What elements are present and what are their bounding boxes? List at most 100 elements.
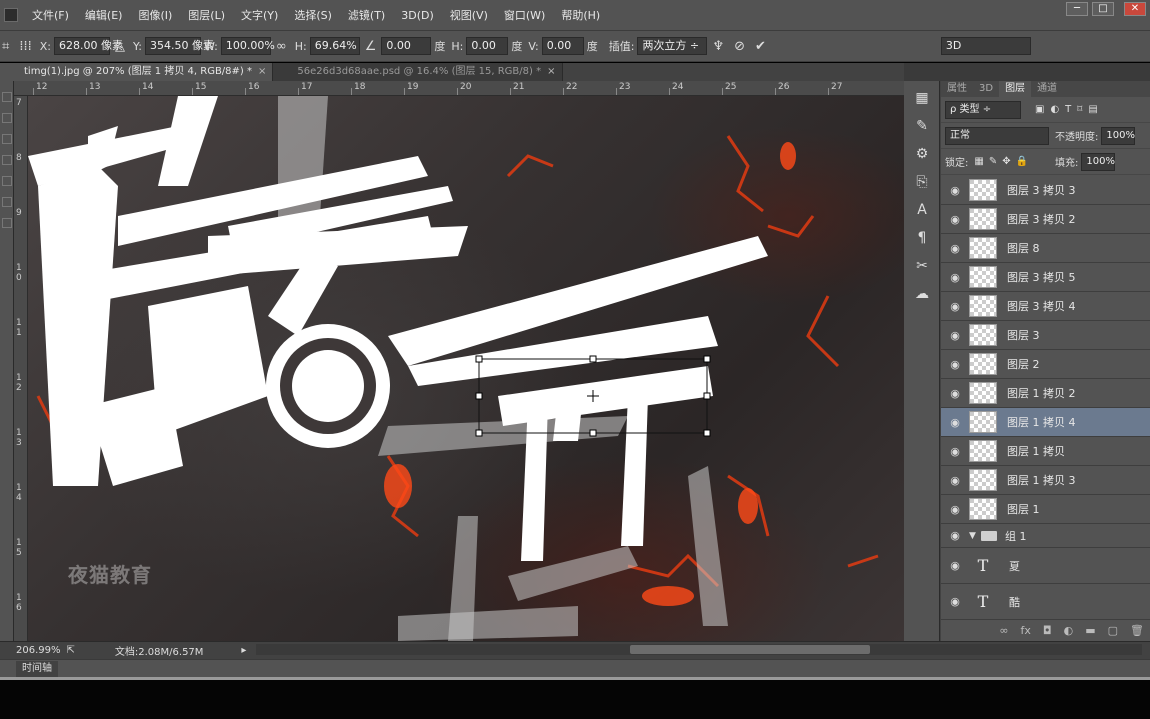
tab-properties[interactable]: 属性 bbox=[941, 81, 973, 97]
zoom-level[interactable]: 206.99% bbox=[16, 645, 61, 656]
group-expand-icon[interactable]: ▼ bbox=[969, 531, 979, 541]
adjustment-icon[interactable]: ◐ bbox=[1064, 624, 1074, 637]
layer-row[interactable]: ◉ 图层 1 拷贝 2 bbox=[941, 379, 1150, 408]
menu-help[interactable]: 帮助(H) bbox=[553, 7, 608, 23]
visibility-eye-icon[interactable]: ◉ bbox=[941, 416, 969, 429]
layer-row[interactable]: ◉ 图层 3 拷贝 3 bbox=[941, 176, 1150, 205]
character-icon[interactable]: A bbox=[910, 199, 934, 221]
visibility-eye-icon[interactable]: ◉ bbox=[941, 503, 969, 516]
folder-icon[interactable]: ▬ bbox=[1085, 624, 1095, 637]
visibility-eye-icon[interactable]: ◉ bbox=[941, 559, 969, 572]
clone-source-icon[interactable]: ⎘ bbox=[910, 171, 934, 193]
menu-type[interactable]: 文字(Y) bbox=[233, 7, 286, 23]
tab-close-icon[interactable]: × bbox=[258, 66, 266, 77]
menu-window[interactable]: 窗口(W) bbox=[496, 7, 553, 23]
lasso-tool-icon[interactable] bbox=[2, 134, 12, 144]
layer-row[interactable]: ◉ 图层 3 拷贝 2 bbox=[941, 205, 1150, 234]
rotate-angle-field[interactable]: 0.00 bbox=[381, 37, 432, 55]
tool-presets-icon[interactable]: ⚙ bbox=[910, 143, 934, 165]
maximize-button[interactable]: □ bbox=[1092, 2, 1114, 16]
menu-edit[interactable]: 编辑(E) bbox=[77, 7, 131, 23]
interpolation-select[interactable]: 两次立方 ÷ bbox=[637, 37, 708, 55]
visibility-eye-icon[interactable]: ◉ bbox=[941, 445, 969, 458]
minimize-button[interactable]: ─ bbox=[1066, 2, 1088, 16]
tab-3d[interactable]: 3D bbox=[973, 81, 999, 97]
x-position-field[interactable]: 628.00 像素 bbox=[53, 37, 123, 55]
reference-point-icon[interactable]: ⁞⁞⁞ bbox=[19, 39, 31, 54]
eraser-tool-icon[interactable] bbox=[2, 197, 12, 207]
tab-timg[interactable]: timg(1).jpg @ 207% (图层 1 拷贝 4, RGB/8#) *… bbox=[0, 63, 274, 81]
visibility-eye-icon[interactable]: ◉ bbox=[941, 329, 969, 342]
tab-channels[interactable]: 通道 bbox=[1031, 81, 1063, 97]
document-canvas[interactable]: 夜猫教育 bbox=[28, 96, 904, 641]
tab-close-icon[interactable]: × bbox=[547, 66, 555, 77]
trash-icon[interactable]: 🗑 bbox=[1130, 624, 1144, 637]
layer-row[interactable]: ◉ 图层 1 bbox=[941, 495, 1150, 524]
tools-icon[interactable]: ✂ bbox=[910, 255, 934, 277]
layer-row[interactable]: ◉ 图层 3 bbox=[941, 321, 1150, 350]
layer-kind-filter[interactable]: ρ 类型 ÷ bbox=[945, 100, 1021, 119]
menu-image[interactable]: 图像(I) bbox=[130, 7, 180, 23]
new-layer-icon[interactable]: ▢ bbox=[1108, 624, 1118, 637]
filter-icons[interactable]: ▣◐T⌑▤ bbox=[1035, 104, 1104, 115]
brush-tool-icon[interactable] bbox=[2, 176, 12, 186]
menu-3d[interactable]: 3D(D) bbox=[393, 9, 442, 22]
blend-mode-select[interactable]: 正常 bbox=[945, 126, 1049, 145]
histogram-icon[interactable]: ▦ bbox=[910, 87, 934, 109]
visibility-eye-icon[interactable]: ◉ bbox=[941, 529, 969, 542]
vertical-skew-field[interactable]: 0.00 bbox=[541, 37, 584, 55]
fill-field[interactable]: 100% bbox=[1081, 152, 1116, 171]
share-icon[interactable]: ⇱ bbox=[67, 645, 75, 656]
visibility-eye-icon[interactable]: ◉ bbox=[941, 300, 969, 313]
link-aspect-icon[interactable]: ∞ bbox=[276, 39, 287, 54]
move-tool-icon[interactable] bbox=[2, 92, 12, 102]
marquee-tool-icon[interactable] bbox=[2, 113, 12, 123]
layer-row[interactable]: ◉ 图层 1 拷贝 4 bbox=[941, 408, 1150, 437]
link-icon[interactable]: ∞ bbox=[999, 624, 1008, 637]
visibility-eye-icon[interactable]: ◉ bbox=[941, 387, 969, 400]
relative-position-icon[interactable]: △ bbox=[115, 39, 125, 54]
crop-tool-icon[interactable] bbox=[2, 155, 12, 165]
layer-row[interactable]: ◉ 图层 1 拷贝 bbox=[941, 437, 1150, 466]
text-tool-icon[interactable] bbox=[2, 218, 12, 228]
layer-row[interactable]: ◉ T 酷 bbox=[941, 584, 1150, 620]
layer-row[interactable]: ◉ ▼ 组 1 bbox=[941, 524, 1150, 548]
mask-icon[interactable]: ◘ bbox=[1043, 624, 1052, 637]
layer-row[interactable]: ◉ 图层 3 拷贝 5 bbox=[941, 263, 1150, 292]
visibility-eye-icon[interactable]: ◉ bbox=[941, 213, 969, 226]
brush-preset-icon[interactable]: ✎ bbox=[910, 115, 934, 137]
menu-file[interactable]: 文件(F) bbox=[24, 7, 77, 23]
dock-collapse-bar[interactable] bbox=[904, 63, 1150, 81]
visibility-eye-icon[interactable]: ◉ bbox=[941, 474, 969, 487]
y-position-field[interactable]: 354.50 像素 bbox=[144, 37, 214, 55]
horizontal-scrollbar[interactable] bbox=[256, 644, 1142, 655]
layer-row[interactable]: ◉ T 夏 bbox=[941, 548, 1150, 584]
cloud-icon[interactable]: ☁ bbox=[910, 283, 934, 305]
visibility-eye-icon[interactable]: ◉ bbox=[941, 358, 969, 371]
menu-view[interactable]: 视图(V) bbox=[442, 7, 496, 23]
horizontal-skew-field[interactable]: 0.00 bbox=[466, 37, 509, 55]
close-window-button[interactable]: ✕ bbox=[1124, 2, 1146, 16]
menu-select[interactable]: 选择(S) bbox=[286, 7, 340, 23]
visibility-eye-icon[interactable]: ◉ bbox=[941, 184, 969, 197]
menu-filter[interactable]: 滤镜(T) bbox=[340, 7, 393, 23]
tool-preset-icon[interactable]: ⌗ bbox=[2, 39, 9, 54]
status-menu-arrow-icon[interactable]: ▸ bbox=[241, 645, 246, 656]
timeline-tab[interactable]: 时间轴 bbox=[16, 661, 58, 677]
layer-row[interactable]: ◉ 图层 1 拷贝 3 bbox=[941, 466, 1150, 495]
layer-row[interactable]: ◉ 图层 2 bbox=[941, 350, 1150, 379]
tab-layers[interactable]: 图层 bbox=[999, 81, 1032, 97]
commit-transform-icon[interactable]: ✔ bbox=[755, 39, 766, 54]
visibility-eye-icon[interactable]: ◉ bbox=[941, 242, 969, 255]
menu-layer[interactable]: 图层(L) bbox=[180, 7, 233, 23]
layer-row[interactable]: ◉ 图层 3 拷贝 4 bbox=[941, 292, 1150, 321]
visibility-eye-icon[interactable]: ◉ bbox=[941, 271, 969, 284]
warp-mode-icon[interactable]: ♆ bbox=[712, 39, 724, 54]
paragraph-icon[interactable]: ¶ bbox=[910, 227, 934, 249]
width-field[interactable]: 100.00% bbox=[220, 37, 275, 55]
height-field[interactable]: 69.64% bbox=[309, 37, 360, 55]
layer-row[interactable]: ◉ 图层 8 bbox=[941, 234, 1150, 263]
scrollbar-thumb[interactable] bbox=[630, 645, 870, 654]
workspace-select[interactable]: 3D bbox=[940, 37, 1031, 55]
lock-icons[interactable]: ▦✎✥🔒 bbox=[974, 156, 1033, 167]
